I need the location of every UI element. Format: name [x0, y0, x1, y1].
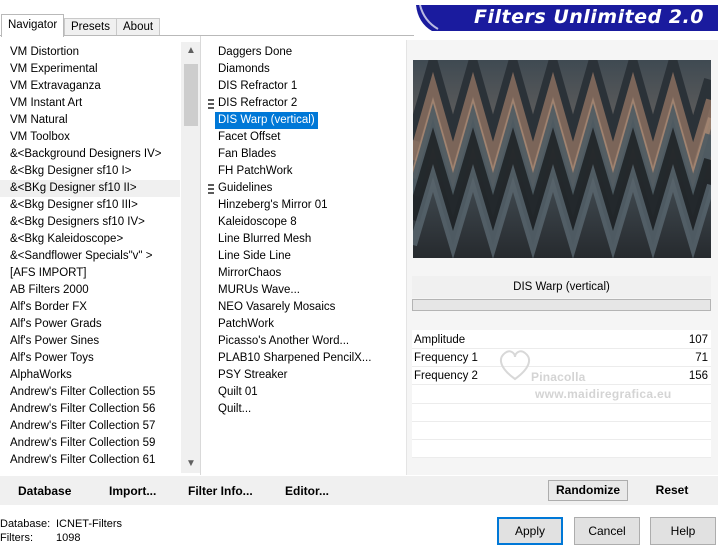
- filter-item[interactable]: Quilt...: [218, 401, 251, 418]
- app-title: Filters Unlimited 2.0: [474, 6, 704, 28]
- category-item[interactable]: Alf's Power Sines: [0, 333, 180, 350]
- tab-strip: Navigator Presets About: [0, 14, 200, 37]
- parameter-row[interactable]: Frequency 2 156: [412, 367, 711, 385]
- reset-button[interactable]: Reset: [646, 480, 698, 501]
- parameter-row[interactable]: Frequency 1 71: [412, 349, 711, 367]
- tab-about[interactable]: About: [116, 18, 161, 36]
- category-item[interactable]: VM Instant Art: [0, 95, 180, 112]
- filters-count: 1098: [56, 532, 81, 544]
- database-value: ICNET-Filters: [56, 518, 122, 530]
- filter-marker-icon: [208, 184, 214, 194]
- filter-item[interactable]: Line Side Line: [218, 248, 291, 265]
- category-item[interactable]: &<BKg Designer sf10 II>: [0, 180, 180, 197]
- filter-item[interactable]: Facet Offset: [218, 129, 280, 146]
- filter-item[interactable]: PLAB10 Sharpened PencilX...: [218, 350, 371, 367]
- filters-label: Filters:: [0, 532, 33, 544]
- filter-item[interactable]: Hinzeberg's Mirror 01: [218, 197, 328, 214]
- category-list[interactable]: VM Distortion VM Experimental VM Extravaga…: [0, 36, 201, 475]
- database-label: Database:: [0, 518, 51, 530]
- scrollbar-thumb[interactable]: [184, 64, 198, 126]
- filter-item[interactable]: Picasso's Another Word...: [218, 333, 349, 350]
- filter-name-label: DIS Warp (vertical): [412, 276, 711, 298]
- filter-item[interactable]: DIS Refractor 2: [218, 95, 297, 112]
- category-item[interactable]: Andrew's Filter Collection 55: [0, 384, 180, 401]
- parameter-list: Amplitude 107 Frequency 1 71 Frequency 2 156: [412, 330, 711, 458]
- category-item[interactable]: Alf's Power Grads: [0, 316, 180, 333]
- filter-item[interactable]: DIS Refractor 1: [218, 78, 297, 95]
- randomize-button[interactable]: Randomize: [548, 480, 628, 501]
- category-item[interactable]: Andrew's Filter Collection 59: [0, 435, 180, 452]
- empty-parameter-row: [412, 439, 711, 440]
- scroll-up-icon[interactable]: ▲: [185, 45, 197, 57]
- parameter-label: Amplitude: [414, 334, 466, 346]
- filter-item[interactable]: MURUs Wave...: [218, 282, 300, 299]
- category-item[interactable]: &<Bkg Designer sf10 I>: [0, 163, 180, 180]
- filter-item[interactable]: Kaleidoscope 8: [218, 214, 297, 231]
- filter-item[interactable]: Guidelines: [218, 180, 272, 197]
- filter-item[interactable]: DIS Warp (vertical): [215, 112, 318, 129]
- tab-navigator[interactable]: Navigator: [1, 14, 65, 37]
- filter-item[interactable]: PatchWork: [218, 316, 274, 333]
- category-item[interactable]: Andrew's Filter Collection 61: [0, 452, 180, 469]
- category-item[interactable]: VM Experimental: [0, 61, 180, 78]
- category-item[interactable]: Andrew's Filter Collection 57: [0, 418, 180, 435]
- category-item[interactable]: VM Distortion: [0, 44, 180, 61]
- filter-info-button[interactable]: Filter Info...: [188, 480, 253, 502]
- preview-image: [413, 60, 711, 258]
- category-item[interactable]: [AFS IMPORT]: [0, 265, 180, 282]
- filter-item[interactable]: Fan Blades: [218, 146, 276, 163]
- category-item[interactable]: Alf's Power Toys: [0, 350, 180, 367]
- filter-item[interactable]: Diamonds: [218, 61, 270, 78]
- editor-button[interactable]: Editor...: [285, 480, 329, 502]
- empty-parameter-row: [412, 457, 711, 458]
- filter-item[interactable]: FH PatchWork: [218, 163, 293, 180]
- import-button[interactable]: Import...: [109, 480, 156, 502]
- filter-item[interactable]: NEO Vasarely Mosaics: [218, 299, 335, 316]
- category-item[interactable]: &<Background Designers IV>: [0, 146, 180, 163]
- title-banner: Filters Unlimited 2.0: [416, 5, 718, 31]
- category-item[interactable]: &<Bkg Designer sf10 III>: [0, 197, 180, 214]
- database-button[interactable]: Database: [18, 480, 71, 502]
- empty-parameter-row: [412, 421, 711, 422]
- filter-item[interactable]: Line Blurred Mesh: [218, 231, 311, 248]
- category-scrollbar[interactable]: ▲ ▼: [181, 42, 200, 473]
- category-item[interactable]: VM Natural: [0, 112, 180, 129]
- parameter-row[interactable]: Amplitude 107: [412, 331, 711, 349]
- parameter-label: Frequency 2: [414, 370, 478, 382]
- category-item[interactable]: &<Sandflower Specials"v" >: [0, 248, 180, 265]
- category-item[interactable]: Alf's Border FX: [0, 299, 180, 316]
- parameter-value: 71: [695, 352, 708, 364]
- category-item[interactable]: AlphaWorks: [0, 367, 180, 384]
- category-item[interactable]: Andrew's Filter Collection 56: [0, 401, 180, 418]
- category-item[interactable]: &<Bkg Designers sf10 IV>: [0, 214, 180, 231]
- empty-parameter-row: [412, 403, 711, 404]
- category-item[interactable]: VM Extravaganza: [0, 78, 180, 95]
- filter-item[interactable]: PSY Streaker: [218, 367, 287, 384]
- tab-presets[interactable]: Presets: [64, 18, 117, 36]
- filter-marker-icon: [208, 99, 214, 109]
- filter-item[interactable]: MirrorChaos: [218, 265, 281, 282]
- scroll-down-icon[interactable]: ▼: [185, 458, 197, 470]
- filter-item[interactable]: Daggers Done: [218, 44, 292, 61]
- parameter-value: 107: [688, 334, 708, 346]
- filter-list[interactable]: Daggers Done Diamonds DIS Refractor 1 DIS R…: [206, 40, 405, 475]
- parameter-value: 156: [688, 370, 708, 382]
- parameter-label: Frequency 1: [414, 352, 478, 364]
- category-item[interactable]: VM Toolbox: [0, 129, 180, 146]
- parameter-slider[interactable]: [412, 299, 711, 311]
- filter-item[interactable]: Quilt 01: [218, 384, 258, 401]
- category-item[interactable]: AB Filters 2000: [0, 282, 180, 299]
- category-item[interactable]: &<Bkg Kaleidoscope>: [0, 231, 180, 248]
